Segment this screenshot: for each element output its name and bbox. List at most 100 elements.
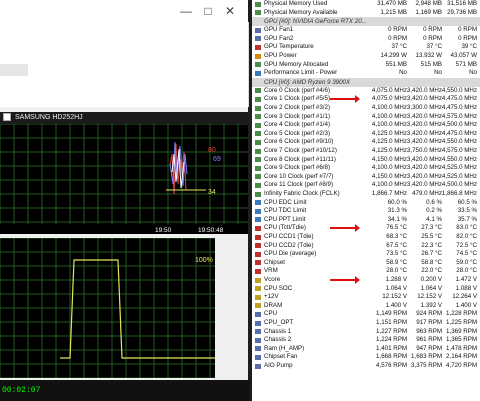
sensor-name: CPU EDC Limit bbox=[264, 198, 307, 206]
thermometer-icon bbox=[255, 44, 261, 50]
sensor-min: 3,375 RPM bbox=[411, 362, 442, 369]
sensor-section-header[interactable]: CPU [#0]: AMD Ryzen 9 3900X bbox=[252, 77, 480, 87]
sensor-row[interactable]: Infinity Fabric Clock (FCLK) 1,866.7 MHz 4… bbox=[252, 190, 480, 199]
clock-icon bbox=[255, 148, 261, 154]
sensor-row[interactable]: CPU CCD1 (Tdie) 68.3 °C 25.5 °C 82.0 °C bbox=[252, 233, 480, 242]
sensor-name: CPU TDC Limit bbox=[264, 207, 307, 215]
sensor-row[interactable]: GPU Power 14.299 W 13.932 W 43.057 W bbox=[252, 52, 480, 61]
sensor-row[interactable]: CPU 1,149 RPM 924 RPM 1,228 RPM bbox=[252, 310, 480, 319]
sensor-name: AIO Pump bbox=[264, 362, 293, 369]
sensor-max: 4,525.0 MHz bbox=[441, 164, 477, 172]
close-icon[interactable]: ✕ bbox=[222, 3, 238, 19]
sensor-current: 1,149 RPM bbox=[376, 310, 407, 318]
sensor-row[interactable]: Chassis 2 1,224 RPM 961 RPM 1,365 RPM bbox=[252, 336, 480, 345]
sensor-current: 67.5 °C bbox=[386, 241, 407, 249]
sensor-row[interactable]: Core 11 Clock (perf #8/9) 4,100.0 MHz 3,42… bbox=[252, 181, 480, 190]
sensor-current: 31,470 MB bbox=[377, 0, 407, 7]
sensor-section-header[interactable]: GPU [#0]: NVIDIA GeForce RTX 20... bbox=[252, 17, 480, 27]
sensor-row[interactable]: GPU Fan2 0 RPM 0 RPM 0 RPM bbox=[252, 35, 480, 44]
sensor-name: CPU CCD1 (Tdie) bbox=[264, 233, 314, 240]
sensor-row[interactable]: GPU Memory Allocated 551 MB 515 MB 571 MB bbox=[252, 61, 480, 70]
sensor-row[interactable]: Physical Memory Available 1,215 MB 1,169 M… bbox=[252, 9, 480, 18]
sensor-current: 12.152 V bbox=[382, 293, 407, 301]
sensor-max: 4,720 RPM bbox=[446, 362, 477, 369]
sensor-row[interactable]: DRAM 1.400 V 1.392 V 1.400 V bbox=[252, 302, 480, 311]
sensor-row[interactable]: Core 6 Clock (perf #9/10) 4,125.0 MHz 3,42… bbox=[252, 138, 480, 147]
sensor-current: 0 RPM bbox=[388, 34, 407, 42]
maximize-icon[interactable]: □ bbox=[200, 3, 216, 19]
sensor-row[interactable]: Core 2 Clock (perf #3/2) 4,100.0 MHz 3,300… bbox=[252, 104, 480, 113]
sensor-max: 1,228 RPM bbox=[446, 310, 477, 318]
graph-label-80: 80 bbox=[208, 147, 216, 154]
sensors-panel: Physical Memory Used 31,470 MB 2,948 MB 31,… bbox=[252, 0, 480, 401]
sensor-row[interactable]: CPU_OPT 1,151 RPM 917 RPM 1,225 RPM bbox=[252, 319, 480, 328]
sensor-row[interactable]: CPU CCD2 (Tdie) 67.5 °C 22.3 °C 72.5 °C bbox=[252, 242, 480, 251]
sensor-row[interactable]: Performance Limit - Power No No No bbox=[252, 69, 480, 78]
sensor-row[interactable]: Core 0 Clock (perf #4/6) 4,075.0 MHz 3,420… bbox=[252, 87, 480, 96]
sensor-min: 3,420.0 MHz bbox=[406, 164, 442, 172]
sensor-current: 4,100.0 MHz bbox=[371, 181, 407, 189]
sensor-current: 1,224 RPM bbox=[376, 336, 407, 344]
sensor-row[interactable]: Vcore 1.288 V 0.200 V 1.472 V bbox=[252, 276, 480, 285]
clock-icon bbox=[255, 96, 261, 102]
clock-icon bbox=[255, 174, 261, 180]
clock-icon bbox=[255, 131, 261, 137]
sensor-row[interactable]: CPU (Tctl/Tdie) 76.5 °C 27.3 °C 83.0 °C bbox=[252, 224, 480, 233]
sensor-row[interactable]: Core 8 Clock (perf #11/11) 4,150.0 MHz 3,4… bbox=[252, 156, 480, 165]
sensor-current: 37 °C bbox=[391, 43, 407, 51]
sensor-max: 12.264 V bbox=[452, 293, 477, 301]
sensor-name: Infinity Fabric Clock (FCLK) bbox=[264, 190, 340, 197]
sensor-row[interactable]: AIO Pump 4,576 RPM 3,375 RPM 4,720 RPM bbox=[252, 362, 480, 371]
sensor-row[interactable]: Chipset 58.9 °C 58.8 °C 59.0 °C bbox=[252, 259, 480, 268]
sensor-max: 35.7 % bbox=[457, 215, 477, 223]
sensor-row[interactable]: CPU EDC Limit 60.0 % 0.6 % 60.5 % bbox=[252, 199, 480, 208]
sensor-name: Vcore bbox=[264, 276, 281, 283]
clock-icon bbox=[255, 114, 261, 120]
list-row[interactable] bbox=[0, 64, 28, 76]
sensor-row[interactable]: Core 5 Clock (perf #2/3) 4,125.0 MHz 3,420… bbox=[252, 130, 480, 139]
sensor-current: 1,215 MB bbox=[380, 8, 407, 16]
sensor-min: 917 RPM bbox=[416, 319, 442, 326]
sensor-min: 37 °C bbox=[426, 43, 442, 51]
sensor-row[interactable]: Core 4 Clock (perf #1/4) 4,100.0 MHz 3,420… bbox=[252, 121, 480, 130]
sensor-row[interactable]: Chipset Fan 1,668 RPM 1,683 RPM 2,164 RPM bbox=[252, 353, 480, 362]
voltage-icon bbox=[255, 286, 261, 292]
sensor-max: 0 RPM bbox=[458, 26, 477, 34]
sensor-min: 3,420.0 MHz bbox=[406, 129, 442, 137]
sensor-max: 4,575.0 MHz bbox=[441, 147, 477, 154]
sensor-row[interactable]: CPU SOC 1.064 V 1.064 V 1.088 V bbox=[252, 285, 480, 294]
monitor-checkbox[interactable] bbox=[3, 113, 11, 122]
fan-icon bbox=[255, 329, 261, 335]
sensor-name: Core 11 Clock (perf #8/9) bbox=[264, 181, 334, 189]
sensor-current: 4,100.0 MHz bbox=[371, 104, 407, 111]
sensor-row[interactable]: Core 9 Clock (perf #6/8) 4,100.0 MHz 3,420… bbox=[252, 164, 480, 173]
sensor-min: 12.152 V bbox=[417, 293, 442, 301]
sensor-min: 0.6 % bbox=[426, 198, 442, 206]
sensor-row[interactable]: Core 7 Clock (perf #10/12) 4,125.0 MHz 3,7… bbox=[252, 147, 480, 156]
sensor-max: 0 RPM bbox=[458, 34, 477, 42]
sensor-row[interactable]: Physical Memory Used 31,470 MB 2,948 MB 31,… bbox=[252, 0, 480, 9]
sensor-row[interactable]: GPU Fan1 0 RPM 0 RPM 0 RPM bbox=[252, 26, 480, 35]
thermometer-icon bbox=[255, 243, 261, 249]
sensor-row[interactable]: GPU Temperature 37 °C 37 °C 39 °C bbox=[252, 43, 480, 52]
sensor-max: 571 MB bbox=[455, 60, 477, 68]
sensor-row[interactable]: +12V 12.152 V 12.152 V 12.264 V bbox=[252, 293, 480, 302]
fan-icon bbox=[255, 354, 261, 360]
limit-icon bbox=[255, 200, 261, 206]
sensor-min: 1.392 V bbox=[420, 301, 442, 309]
sensor-row[interactable]: Core 10 Clock (perf #7/7) 4,150.0 MHz 3,42… bbox=[252, 173, 480, 182]
sensor-row[interactable]: Chassis 1 1,227 RPM 963 RPM 1,369 RPM bbox=[252, 328, 480, 337]
sensor-row[interactable]: Ram (H_AMP) 1,401 RPM 947 RPM 1,478 RPM bbox=[252, 345, 480, 354]
sensor-current: 73.5 °C bbox=[386, 250, 407, 258]
sensor-name: GPU Power bbox=[264, 52, 297, 59]
sensor-row[interactable]: CPU Die (average) 73.5 °C 26.7 °C 74.5 °C bbox=[252, 250, 480, 259]
sensor-row[interactable]: Core 1 Clock (perf #5/5) 4,075.0 MHz 3,420… bbox=[252, 95, 480, 104]
sensor-current: 4,075.0 MHz bbox=[371, 86, 407, 94]
sensor-min: 27.3 °C bbox=[421, 224, 442, 232]
sensor-row[interactable]: CPU PPT Limit 34.1 % 4.1 % 35.7 % bbox=[252, 216, 480, 225]
sensor-name: Core 3 Clock (perf #1/1) bbox=[264, 112, 331, 120]
sensor-row[interactable]: VRM 28.0 °C 22.0 °C 28.0 °C bbox=[252, 267, 480, 276]
sensor-row[interactable]: Core 3 Clock (perf #1/1) 4,100.0 MHz 3,420… bbox=[252, 113, 480, 122]
minimize-icon[interactable]: — bbox=[178, 3, 194, 19]
sensor-row[interactable]: CPU TDC Limit 31.3 % 0.2 % 33.5 % bbox=[252, 207, 480, 216]
